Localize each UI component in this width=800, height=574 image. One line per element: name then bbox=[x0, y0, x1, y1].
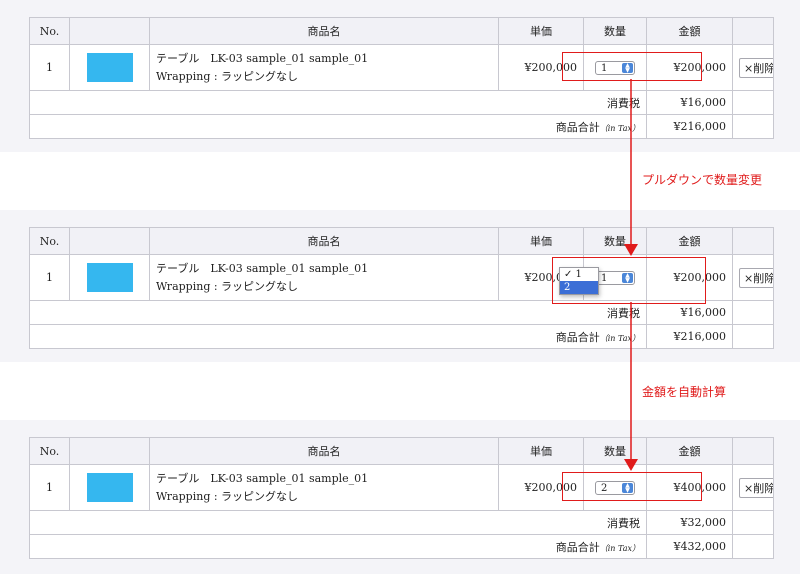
annotation-step2: 金額を自動計算 bbox=[642, 385, 727, 399]
header-unit-price: 単価 bbox=[498, 437, 584, 465]
row-number: 1 bbox=[29, 464, 70, 511]
total-label: 商品合計 bbox=[555, 540, 600, 554]
header-quantity: 数量 bbox=[583, 437, 647, 465]
delete-button[interactable]: ×削除 bbox=[739, 477, 773, 498]
header-amount: 金額 bbox=[646, 227, 733, 255]
total-label: 商品合計 bbox=[555, 120, 600, 134]
total-value: ¥432,000 bbox=[646, 534, 733, 559]
total-label-cell: 商品合計（in Tax） bbox=[29, 534, 647, 559]
highlight-box bbox=[562, 472, 702, 501]
empty-cell bbox=[732, 534, 774, 559]
product-thumbnail[interactable] bbox=[86, 53, 133, 82]
empty-cell bbox=[732, 90, 774, 115]
product-info: テーブル LK-03 sample_01 sample_01 Wrapping … bbox=[149, 44, 499, 91]
in-tax-note: （in Tax） bbox=[599, 123, 640, 133]
tax-row: 消費税 ¥32,000 bbox=[29, 510, 774, 535]
header-image bbox=[69, 227, 150, 255]
empty-cell bbox=[732, 300, 774, 325]
product-thumbnail[interactable] bbox=[86, 473, 133, 502]
wrapping-text: Wrapping : ラッピングなし bbox=[156, 279, 299, 293]
total-label-cell: 商品合計（in Tax） bbox=[29, 114, 647, 139]
header-name: 商品名 bbox=[149, 17, 499, 45]
total-value: ¥216,000 bbox=[646, 324, 733, 349]
product-title[interactable]: テーブル LK-03 sample_01 sample_01 bbox=[156, 260, 492, 278]
product-title[interactable]: テーブル LK-03 sample_01 sample_01 bbox=[156, 470, 492, 488]
header-unit-price: 単価 bbox=[498, 227, 584, 255]
header-image bbox=[69, 17, 150, 45]
header-action bbox=[732, 227, 774, 255]
header-no: No. bbox=[29, 227, 70, 255]
header-quantity: 数量 bbox=[583, 227, 647, 255]
action-cell: ×削除 bbox=[732, 464, 774, 511]
product-thumbnail[interactable] bbox=[86, 263, 133, 292]
total-label-cell: 商品合計（in Tax） bbox=[29, 324, 647, 349]
total-label: 商品合計 bbox=[555, 330, 600, 344]
header-action bbox=[732, 437, 774, 465]
header-quantity: 数量 bbox=[583, 17, 647, 45]
total-value: ¥216,000 bbox=[646, 114, 733, 139]
product-title[interactable]: テーブル LK-03 sample_01 sample_01 bbox=[156, 50, 492, 68]
thumbnail-cell bbox=[69, 464, 150, 511]
product-info: テーブル LK-03 sample_01 sample_01 Wrapping … bbox=[149, 464, 499, 511]
empty-cell bbox=[732, 324, 774, 349]
empty-cell bbox=[732, 510, 774, 535]
total-row: 商品合計（in Tax） ¥432,000 bbox=[29, 534, 774, 559]
header-action bbox=[732, 17, 774, 45]
header-unit-price: 単価 bbox=[498, 17, 584, 45]
tax-row: 消費税 ¥16,000 bbox=[29, 90, 774, 115]
tax-label: 消費税 bbox=[29, 90, 647, 115]
in-tax-note: （in Tax） bbox=[599, 333, 640, 343]
table-header-row: No. 商品名 単価 数量 金額 bbox=[29, 17, 774, 45]
annotation-step1: プルダウンで数量変更 bbox=[642, 173, 763, 187]
wrapping-text: Wrapping : ラッピングなし bbox=[156, 489, 299, 503]
total-row: 商品合計（in Tax） ¥216,000 bbox=[29, 114, 774, 139]
table-header-row: No. 商品名 単価 数量 金額 bbox=[29, 437, 774, 465]
table-header-row: No. 商品名 単価 数量 金額 bbox=[29, 227, 774, 255]
header-image bbox=[69, 437, 150, 465]
row-number: 1 bbox=[29, 254, 70, 301]
product-info: テーブル LK-03 sample_01 sample_01 Wrapping … bbox=[149, 254, 499, 301]
tax-value: ¥16,000 bbox=[646, 90, 733, 115]
in-tax-note: （in Tax） bbox=[599, 543, 640, 553]
action-cell: ×削除 bbox=[732, 44, 774, 91]
delete-button[interactable]: ×削除 bbox=[739, 267, 773, 288]
action-cell: ×削除 bbox=[732, 254, 774, 301]
header-amount: 金額 bbox=[646, 437, 733, 465]
tax-label: 消費税 bbox=[29, 510, 647, 535]
header-no: No. bbox=[29, 17, 70, 45]
row-number: 1 bbox=[29, 44, 70, 91]
highlight-box bbox=[562, 52, 702, 81]
header-no: No. bbox=[29, 437, 70, 465]
header-amount: 金額 bbox=[646, 17, 733, 45]
tax-label: 消費税 bbox=[29, 300, 647, 325]
total-row: 商品合計（in Tax） ¥216,000 bbox=[29, 324, 774, 349]
tax-row: 消費税 ¥16,000 bbox=[29, 300, 774, 325]
header-name: 商品名 bbox=[149, 227, 499, 255]
highlight-box bbox=[552, 257, 706, 304]
thumbnail-cell bbox=[69, 44, 150, 91]
header-name: 商品名 bbox=[149, 437, 499, 465]
empty-cell bbox=[732, 114, 774, 139]
delete-button[interactable]: ×削除 bbox=[739, 57, 773, 78]
wrapping-text: Wrapping : ラッピングなし bbox=[156, 69, 299, 83]
tax-value: ¥32,000 bbox=[646, 510, 733, 535]
tax-value: ¥16,000 bbox=[646, 300, 733, 325]
thumbnail-cell bbox=[69, 254, 150, 301]
